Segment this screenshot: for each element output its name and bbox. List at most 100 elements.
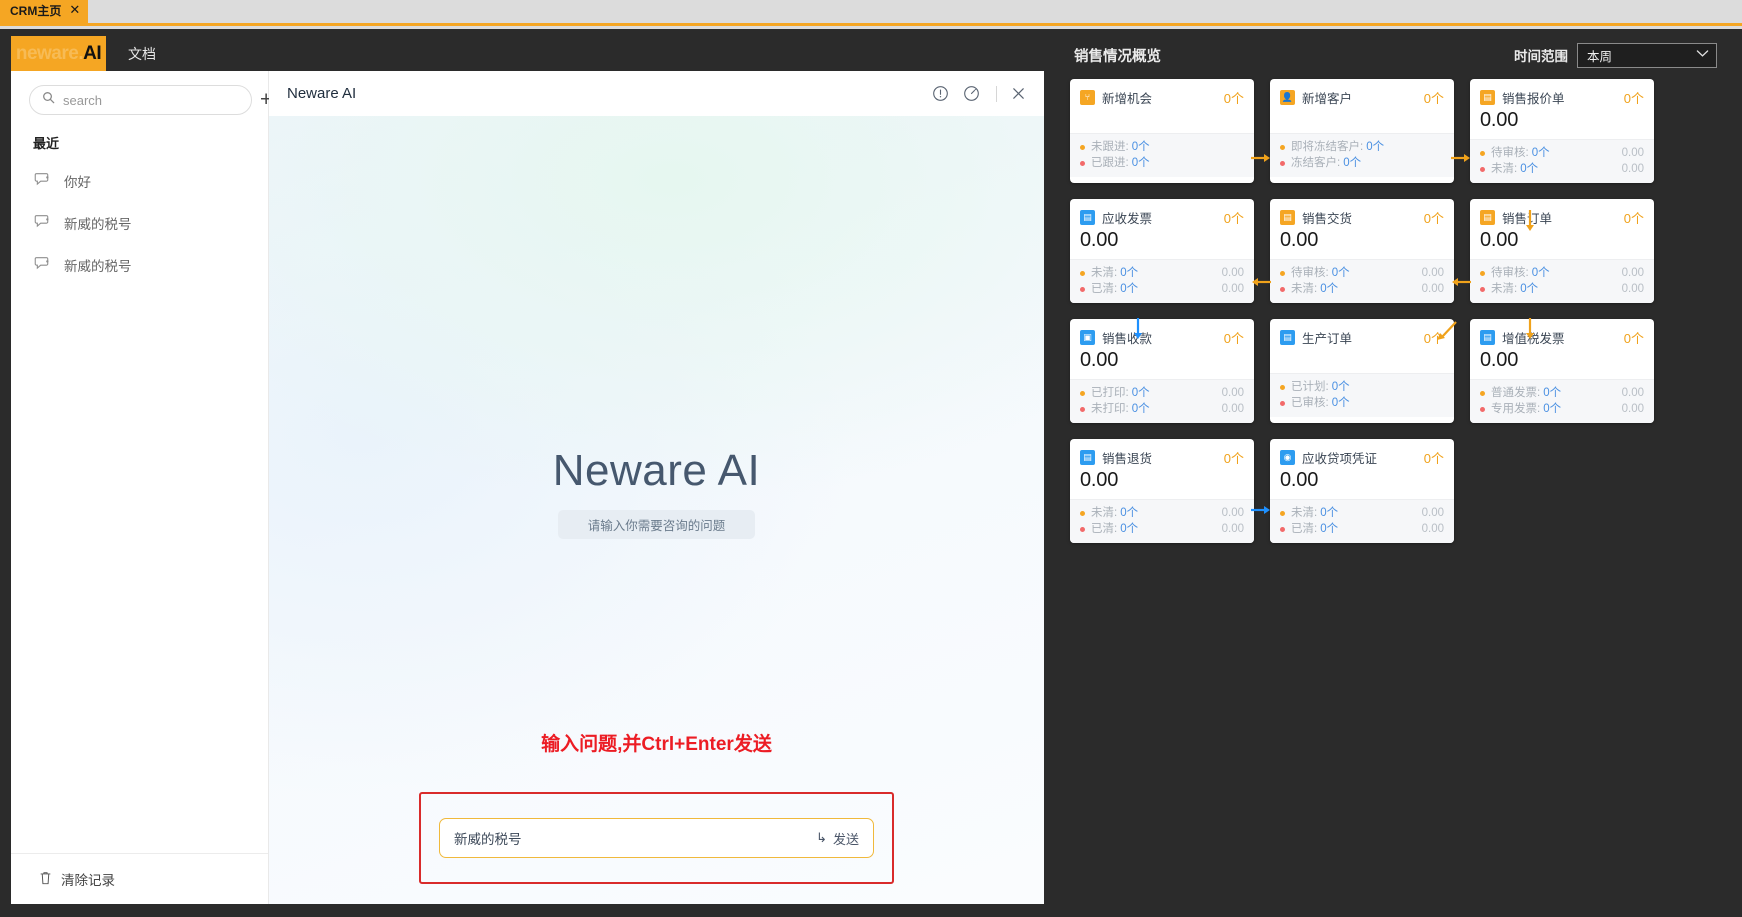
kpi-detail-value: 0个 xyxy=(1543,403,1562,415)
kpi-card-sales-return[interactable]: ▤ 销售退货 0个 0.00 未清: 0个 0.00 已清: 0个 0.00 xyxy=(1070,439,1254,543)
kpi-card-count: 0个 xyxy=(1423,91,1444,106)
kpi-detail-value: 0个 xyxy=(1520,163,1539,175)
kpi-card-sales-delivery[interactable]: ▤ 销售交货 0个 0.00 待审核: 0个 0.00 未清: 0个 0.00 xyxy=(1270,199,1454,303)
status-dot-amber xyxy=(1480,270,1485,276)
credit-note-icon: ◉ xyxy=(1280,450,1295,465)
kpi-card-heading: ▤ 增值税发票 0个 xyxy=(1480,328,1644,347)
kpi-detail-amount: 0.00 xyxy=(1621,163,1644,175)
tab-documents[interactable]: 文档 xyxy=(106,36,178,71)
compose-area: 输入问题,并Ctrl+Enter发送 ↳ 发送 xyxy=(269,729,1044,884)
kpi-card-heading: 👤 新增客户 0个 xyxy=(1280,88,1444,107)
kpi-card-main: ▣ 销售收款 0个 0.00 xyxy=(1070,319,1254,379)
kpi-detail-amount: 0.00 xyxy=(1221,507,1244,519)
kpi-detail-amount: 0.00 xyxy=(1621,403,1644,415)
kpi-card-new-customer[interactable]: 👤 新增客户 0个 即将冻结客户: 0个 冻结客户: 0个 xyxy=(1270,79,1454,183)
send-button-label: 发送 xyxy=(832,831,859,847)
kpi-card-credit-note[interactable]: ◉ 应收贷项凭证 0个 0.00 未清: 0个 0.00 已清: 0个 0.00 xyxy=(1270,439,1454,543)
kpi-card-amount: 0.00 xyxy=(1080,469,1119,491)
kpi-detail-amount: 0.00 xyxy=(1621,147,1644,159)
kpi-card-row: ▤ 应收发票 0个 0.00 未清: 0个 0.00 已清: 0个 0.00 ▤ 销售交货 0个 0.00… xyxy=(1070,199,1719,303)
kpi-detail-value: 0个 xyxy=(1320,507,1339,519)
kpi-card-count: 0个 xyxy=(1423,211,1444,226)
send-button[interactable]: ↳ 发送 xyxy=(816,829,859,848)
kpi-detail-row: 未清: 0个 0.00 xyxy=(1280,281,1444,297)
neware-ai-logo[interactable]: neware. AI xyxy=(11,36,106,71)
kpi-detail-row: 未清: 0个 0.00 xyxy=(1280,505,1444,521)
status-dot-red xyxy=(1080,406,1085,412)
browser-tab-crm[interactable]: CRM主页 ✕ xyxy=(0,0,89,23)
kpi-card-main: ⑂ 新增机会 0个 xyxy=(1070,79,1254,133)
kpi-card-receivable-invoice[interactable]: ▤ 应收发票 0个 0.00 未清: 0个 0.00 已清: 0个 0.00 xyxy=(1070,199,1254,303)
kpi-detail-label: 已清: xyxy=(1091,283,1118,295)
time-range-select[interactable]: 本周 xyxy=(1577,42,1717,68)
kpi-card-sales-receipt[interactable]: ▣ 销售收款 0个 0.00 已打印: 0个 0.00 未打印: 0个 0.00 xyxy=(1070,319,1254,423)
kpi-card-sales-order[interactable]: ▤ 销售订单 0个 0.00 待审核: 0个 0.00 未清: 0个 0.00 xyxy=(1470,199,1654,303)
message-input[interactable] xyxy=(454,830,817,846)
quotation-icon: ▤ xyxy=(1480,90,1495,105)
ai-body: + 最近 你好新威的税号新威的税号 清除记录 Neware AI xyxy=(11,71,1044,904)
chat-history-item[interactable]: 新威的税号 xyxy=(11,202,268,244)
kpi-card-vat-invoice[interactable]: ▤ 增值税发票 0个 0.00 普通发票: 0个 0.00 专用发票: 0个 0.00 xyxy=(1470,319,1654,423)
kpi-card-amount: 0.00 xyxy=(1480,109,1519,131)
kpi-detail-row: 已计划: 0个 xyxy=(1280,379,1444,395)
kpi-card-sales-quotation[interactable]: ▤ 销售报价单 0个 0.00 待审核: 0个 0.00 未清: 0个 0.00 xyxy=(1470,79,1654,183)
search-input[interactable] xyxy=(63,92,239,108)
kpi-detail-value: 0个 xyxy=(1320,523,1339,535)
clear-records-button[interactable]: 清除记录 xyxy=(11,853,268,904)
kpi-card-title: 销售退货 xyxy=(1102,452,1153,466)
kpi-card-title: 应收发票 xyxy=(1102,212,1153,226)
status-dot-amber xyxy=(1280,384,1285,390)
clear-records-label: 清除记录 xyxy=(61,873,115,888)
chat-history-item[interactable]: 你好 xyxy=(11,160,268,202)
kpi-card-heading: ▤ 销售报价单 0个 xyxy=(1480,88,1644,107)
kpi-detail-label: 已跟进: xyxy=(1091,157,1129,169)
kpi-detail-value: 0个 xyxy=(1531,267,1550,279)
kpi-detail-label: 冻结客户: xyxy=(1291,157,1341,169)
close-icon[interactable]: ✕ xyxy=(69,2,80,18)
compose-box[interactable]: ↳ 发送 xyxy=(439,818,874,858)
kpi-card-title: 销售交货 xyxy=(1302,212,1353,226)
kpi-detail-amount: 0.00 xyxy=(1221,523,1244,535)
kpi-card-heading: ▤ 生产订单 0个 xyxy=(1280,328,1444,347)
kpi-card-main: ▤ 生产订单 0个 xyxy=(1270,319,1454,373)
kpi-card-amount: 0.00 xyxy=(1280,469,1319,491)
kpi-card-heading: ▤ 销售订单 0个 xyxy=(1480,208,1644,227)
kpi-detail-label: 未清: xyxy=(1491,163,1518,175)
kpi-card-production-order[interactable]: ▤ 生产订单 0个 已计划: 0个 已审核: 0个 xyxy=(1270,319,1454,423)
kpi-card-main: ▤ 增值税发票 0个 0.00 xyxy=(1470,319,1654,379)
kpi-detail-value: 0个 xyxy=(1120,523,1139,535)
time-range-value: 本周 xyxy=(1587,49,1613,64)
kpi-card-main: 👤 新增客户 0个 xyxy=(1270,79,1454,133)
kpi-detail-label: 未清: xyxy=(1091,267,1118,279)
chat-history-item[interactable]: 新威的税号 xyxy=(11,244,268,286)
kpi-detail-amount: 0.00 xyxy=(1621,387,1644,399)
kpi-card-amount: 0.00 xyxy=(1280,229,1319,251)
sidebar-top: + xyxy=(11,71,272,125)
logo-text-neware: neware. xyxy=(15,42,84,64)
compose-highlight-frame: ↳ 发送 xyxy=(419,792,894,884)
kpi-detail-label: 未跟进: xyxy=(1091,141,1129,153)
kpi-detail-row: 未清: 0个 0.00 xyxy=(1080,265,1244,281)
kpi-card-main: ▤ 应收发票 0个 0.00 xyxy=(1070,199,1254,259)
kpi-detail-label: 未清: xyxy=(1491,283,1518,295)
status-dot-red xyxy=(1280,160,1285,166)
kpi-card-grid: ⑂ 新增机会 0个 未跟进: 0个 已跟进: 0个 👤 新增客户 0个 即将冻结客户: 0个 冻结客户:… xyxy=(1058,74,1731,543)
kpi-card-count: 0个 xyxy=(1223,91,1244,106)
kpi-card-count: 0个 xyxy=(1423,451,1444,466)
feedback-icon[interactable] xyxy=(963,85,980,102)
kpi-card-heading: ▤ 应收发票 0个 xyxy=(1080,208,1244,227)
kpi-card-footer: 未清: 0个 0.00 已清: 0个 0.00 xyxy=(1070,259,1254,303)
status-dot-red xyxy=(1280,286,1285,292)
kpi-detail-row: 已打印: 0个 0.00 xyxy=(1080,385,1244,401)
kpi-detail-value: 0个 xyxy=(1120,507,1139,519)
kpi-card-count: 0个 xyxy=(1623,91,1644,106)
kpi-card-amount: 0.00 xyxy=(1080,229,1119,251)
kpi-detail-row: 已清: 0个 0.00 xyxy=(1280,521,1444,537)
kpi-detail-value: 0个 xyxy=(1131,387,1150,399)
kpi-detail-label: 待审核: xyxy=(1491,267,1529,279)
kpi-card-new-opportunity[interactable]: ⑂ 新增机会 0个 未跟进: 0个 已跟进: 0个 xyxy=(1070,79,1254,183)
dashboard-title: 销售情况概览 xyxy=(1074,48,1161,65)
search-box[interactable] xyxy=(29,85,252,115)
info-icon[interactable] xyxy=(932,85,949,102)
window-close-icon[interactable] xyxy=(1011,86,1026,101)
